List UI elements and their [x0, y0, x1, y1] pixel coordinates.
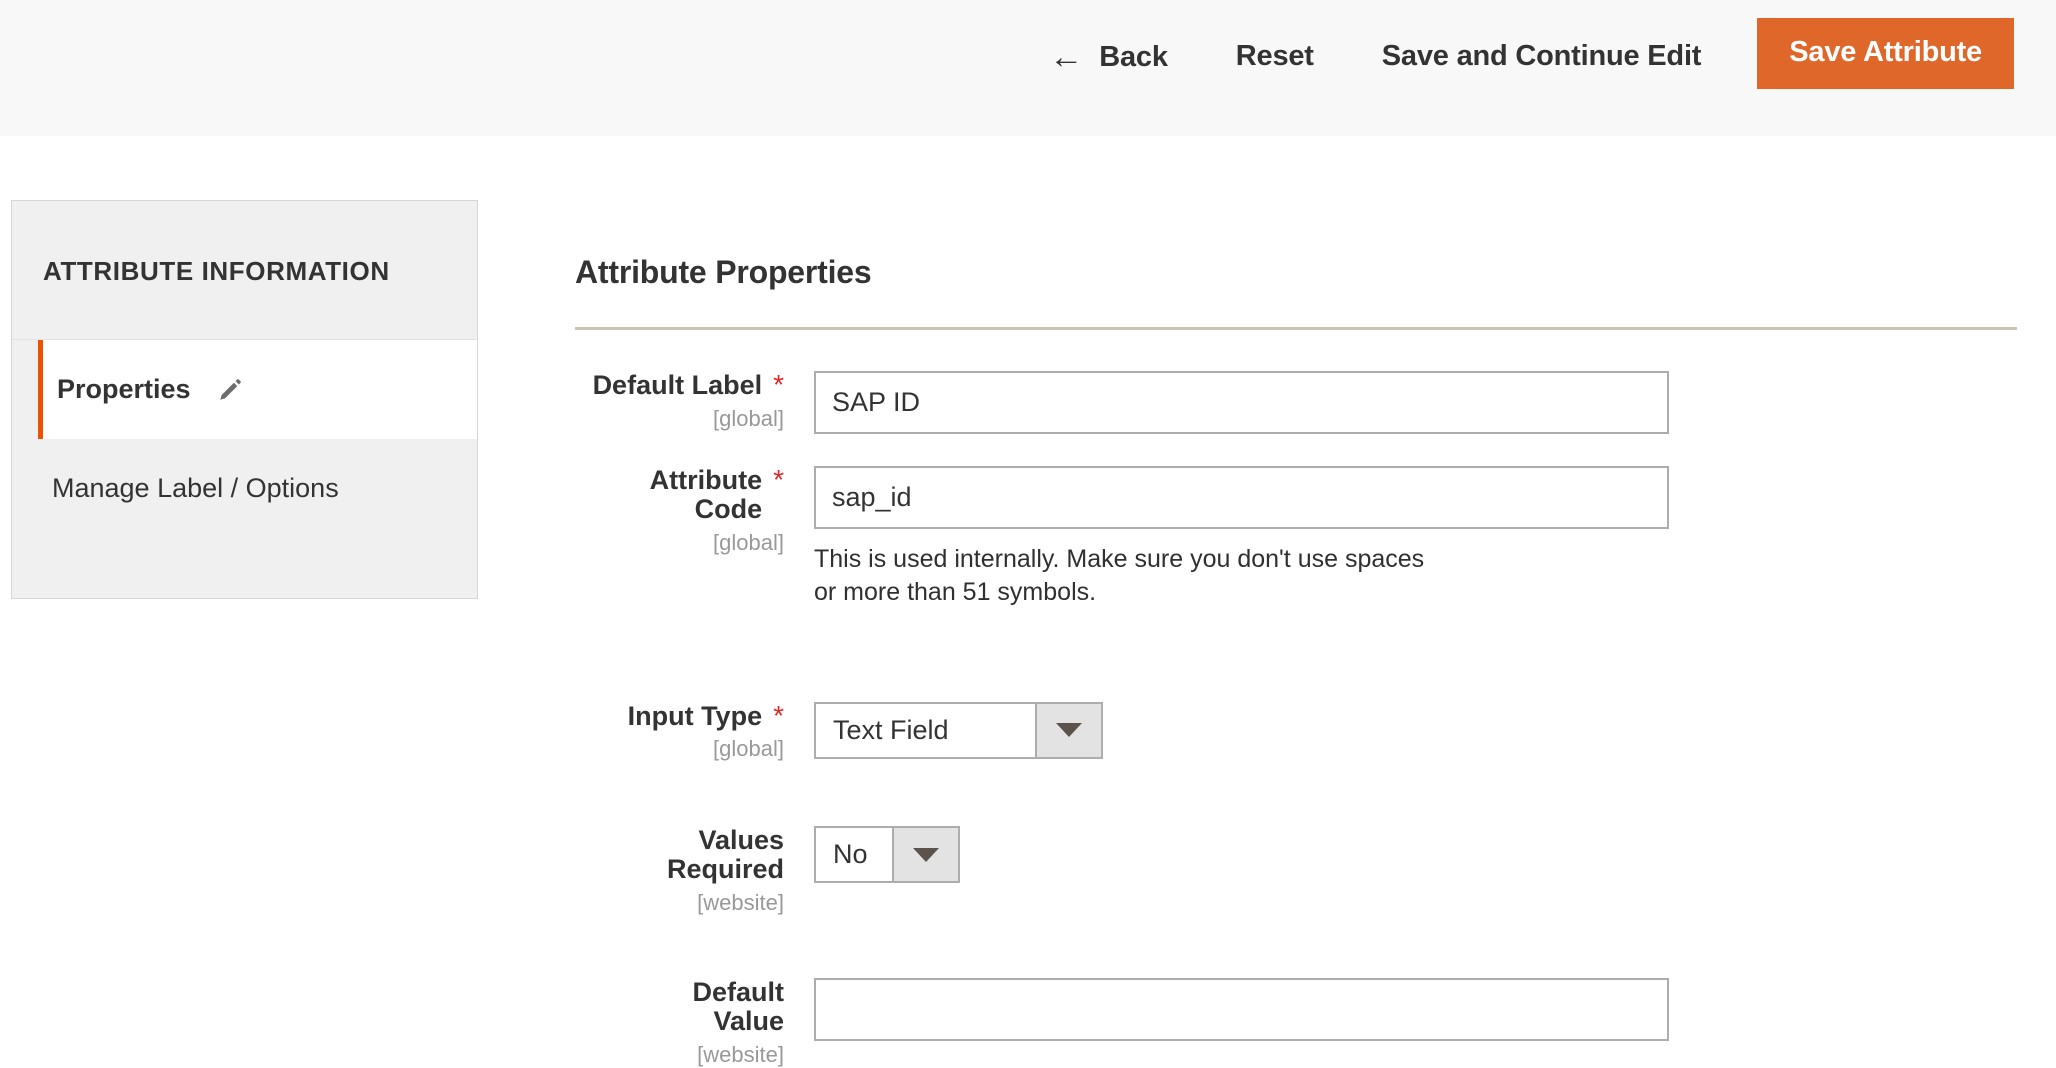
field-default-label-controlcol: [784, 371, 2017, 434]
required-asterisk-icon: *: [773, 369, 784, 400]
field-default-label-scope: [global]: [713, 405, 784, 431]
input-type-select-value: Text Field: [833, 714, 949, 745]
field-default-label: Default Label * [global]: [575, 371, 2017, 434]
field-input-type-controlcol: Text Field: [784, 701, 2017, 759]
save-and-continue-edit-button[interactable]: Save and Continue Edit: [1382, 40, 1702, 73]
attribute-code-input[interactable]: [814, 466, 1669, 529]
chevron-down-icon: [892, 828, 958, 882]
field-input-type: Input Type * [global] Text Field: [575, 699, 2017, 763]
field-default-value-controlcol: [784, 978, 2017, 1042]
back-button[interactable]: ← Back: [1049, 40, 1168, 74]
field-default-value-labelcol: Default Value [website]: [575, 978, 784, 1068]
back-button-label: Back: [1099, 40, 1168, 73]
field-attribute-code-label: Attribute Code: [649, 465, 763, 524]
attribute-properties-form: Attribute Properties Default Label * [gl…: [575, 254, 2017, 1068]
field-default-label-labelcol: Default Label * [global]: [575, 371, 784, 432]
field-values-required-label-line1: Values: [698, 825, 784, 856]
attribute-code-note: This is used internally. Make sure you d…: [814, 545, 1425, 607]
sidebar-item-properties-label: Properties: [57, 374, 191, 404]
field-default-value-label-line2: Value: [713, 1006, 784, 1036]
default-value-input[interactable]: [814, 978, 1669, 1042]
field-values-required-controlcol: No: [784, 826, 2017, 884]
field-default-value: Default Value [website]: [575, 978, 2017, 1068]
attribute-information-sidebar: ATTRIBUTE INFORMATION Properties Manage …: [11, 200, 478, 599]
pencil-icon: [217, 377, 243, 403]
default-label-input[interactable]: [814, 371, 1669, 434]
field-attribute-code-scope: [global]: [713, 529, 784, 555]
sidebar-item-manage-label-options-label: Manage Label / Options: [52, 473, 339, 503]
field-attribute-code-controlcol: This is used internally. Make sure you d…: [784, 466, 2017, 610]
field-default-value-label-line1: Default: [692, 977, 784, 1008]
field-values-required: Values Required [website] No: [575, 826, 2017, 916]
arrow-left-icon: ←: [1049, 38, 1084, 76]
required-asterisk-icon: *: [773, 699, 784, 731]
field-values-required-scope: [website]: [697, 890, 784, 916]
values-required-select-value: No: [833, 839, 868, 870]
field-default-value-scope: [website]: [697, 1041, 784, 1067]
save-attribute-button[interactable]: Save Attribute: [1757, 18, 2014, 89]
values-required-select[interactable]: No: [814, 826, 960, 884]
sidebar-title: ATTRIBUTE INFORMATION: [12, 201, 477, 340]
chevron-down-icon: [1035, 703, 1101, 757]
field-input-type-labelcol: Input Type * [global]: [575, 699, 784, 763]
sidebar-item-properties[interactable]: Properties: [38, 340, 477, 439]
field-values-required-label-line2: Required: [666, 854, 784, 885]
required-asterisk-icon: *: [773, 464, 784, 495]
page-actions-toolbar: ← Back Reset Save and Continue Edit Save…: [1049, 0, 2014, 136]
input-type-select[interactable]: Text Field: [814, 701, 1103, 759]
field-attribute-code-labelcol: Attribute Code * [global]: [575, 466, 784, 556]
section-title: Attribute Properties: [575, 254, 872, 290]
field-default-label-label: Default Label: [592, 370, 763, 400]
reset-button[interactable]: Reset: [1236, 40, 1314, 73]
field-input-type-label: Input Type: [627, 700, 763, 731]
sidebar-item-manage-label-options[interactable]: Manage Label / Options: [12, 439, 477, 538]
field-attribute-code: Attribute Code * [global] This is used i…: [575, 466, 2017, 610]
page-header: ← Back Reset Save and Continue Edit Save…: [0, 0, 2056, 136]
field-values-required-labelcol: Values Required [website]: [575, 826, 784, 916]
field-input-type-scope: [global]: [713, 736, 784, 762]
section-divider: [575, 327, 2017, 330]
